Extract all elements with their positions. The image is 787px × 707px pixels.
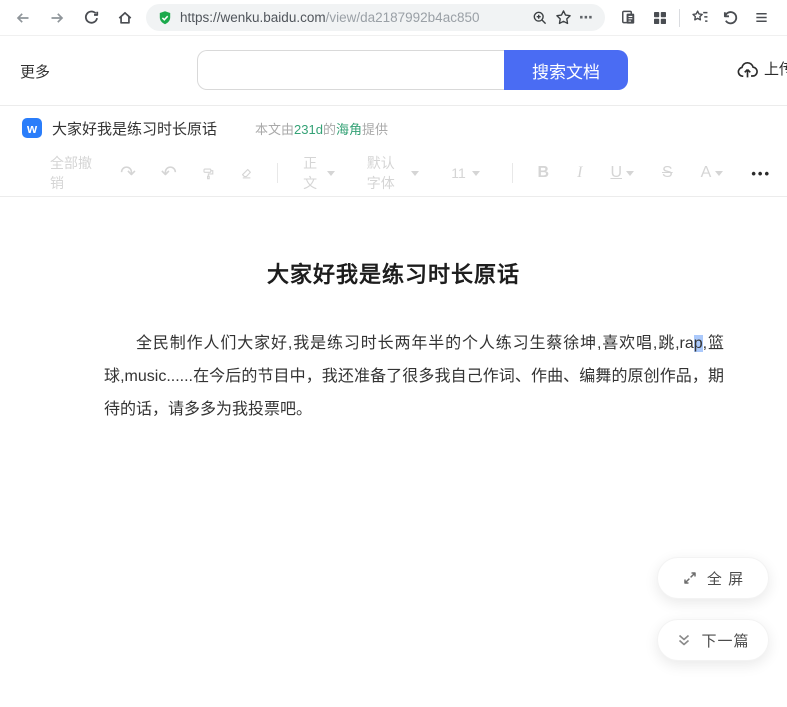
menu-button[interactable] bbox=[746, 4, 777, 32]
provider-user-link[interactable]: 231d bbox=[294, 122, 323, 137]
chevron-down-icon bbox=[472, 171, 480, 176]
refresh-button[interactable] bbox=[74, 4, 108, 32]
next-article-button[interactable]: 下一篇 bbox=[657, 619, 769, 661]
fullscreen-button[interactable]: 全 屏 bbox=[657, 557, 769, 599]
address-bar[interactable]: https://wenku.baidu.com/view/da2187992b4… bbox=[146, 4, 605, 31]
back-arrow-icon bbox=[14, 10, 32, 26]
toolbar-divider bbox=[277, 163, 278, 183]
url-domain: https://wenku.baidu.com bbox=[180, 10, 326, 25]
search-input[interactable] bbox=[197, 50, 504, 90]
chevron-down-icon bbox=[626, 171, 634, 176]
provider-name-link[interactable]: 海角 bbox=[336, 122, 362, 137]
underline-letter: U bbox=[610, 164, 622, 182]
apps-grid-icon bbox=[652, 10, 668, 26]
search-bar: 搜索文档 bbox=[197, 50, 628, 90]
toolbar-more-button[interactable]: ••• bbox=[751, 166, 771, 181]
toolbar-divider bbox=[512, 163, 513, 183]
document-title-label: 大家好我是练习时长原话 bbox=[52, 118, 217, 139]
back-button[interactable] bbox=[6, 4, 40, 32]
upload-button[interactable]: 上传 bbox=[736, 58, 787, 79]
hamburger-menu-icon bbox=[753, 10, 770, 25]
strikethrough-button[interactable]: S bbox=[662, 164, 673, 182]
document-paragraph: 全民制作人们大家好,我是练习时长两年半的个人练习生蔡徐坤,喜欢唱,跳,rap,篮… bbox=[104, 327, 724, 426]
provider-mid: 的 bbox=[323, 122, 336, 137]
provider-suffix: 提供 bbox=[362, 122, 388, 137]
font-size-dropdown[interactable]: 11 bbox=[451, 165, 480, 181]
paragraph-style-dropdown[interactable]: 正文 bbox=[303, 153, 335, 193]
chevron-down-icon bbox=[715, 171, 723, 176]
font-color-button[interactable]: A bbox=[701, 164, 724, 182]
toolbar-separator bbox=[679, 9, 680, 27]
browser-right-controls bbox=[613, 4, 777, 32]
provider-prefix: 本文由 bbox=[255, 122, 294, 137]
security-shield-icon bbox=[157, 10, 173, 26]
selected-text: p bbox=[694, 335, 703, 352]
cloud-upload-icon bbox=[736, 59, 759, 79]
undo-icon[interactable]: ↶ bbox=[161, 164, 177, 183]
document-info-bar: w 大家好我是练习时长原话 本文由231d的海角提供 bbox=[0, 105, 787, 150]
url-text[interactable]: https://wenku.baidu.com/view/da2187992b4… bbox=[180, 10, 479, 25]
undo-arrow-icon bbox=[722, 9, 739, 26]
format-painter-icon[interactable] bbox=[202, 165, 215, 182]
fullscreen-label: 全 屏 bbox=[707, 568, 744, 589]
underline-button[interactable]: U bbox=[610, 164, 634, 182]
refresh-icon bbox=[83, 9, 100, 26]
search-button[interactable]: 搜索文档 bbox=[504, 50, 628, 90]
bold-button[interactable]: B bbox=[538, 164, 550, 182]
home-icon bbox=[116, 9, 134, 26]
document-page: 大家好我是练习时长原话 全民制作人们大家好,我是练习时长两年半的个人练习生蔡徐坤… bbox=[0, 197, 787, 707]
forward-button[interactable] bbox=[40, 4, 74, 32]
browser-toolbar: https://wenku.baidu.com/view/da2187992b4… bbox=[0, 0, 787, 36]
font-family-dropdown[interactable]: 默认字体 bbox=[367, 153, 420, 193]
paragraph-text: 全民制作人们大家好,我是练习时长两年半的个人练习生蔡徐坤,喜欢唱,跳,ra bbox=[136, 335, 694, 352]
url-path: /view/da2187992b4ac850 bbox=[326, 10, 480, 25]
site-header: 更多 搜索文档 上传 bbox=[0, 36, 787, 105]
reading-list-button[interactable] bbox=[613, 4, 644, 32]
wenku-logo-icon: w bbox=[22, 118, 42, 138]
forward-arrow-icon bbox=[48, 10, 66, 26]
font-size-value: 11 bbox=[451, 165, 466, 181]
expand-fullscreen-icon bbox=[682, 570, 698, 586]
url-more-icon[interactable]: ⋯ bbox=[579, 9, 594, 26]
font-family-value: 默认字体 bbox=[367, 153, 406, 193]
chevron-down-icon bbox=[327, 171, 335, 176]
bookmark-star-icon[interactable] bbox=[555, 9, 572, 26]
apps-button[interactable] bbox=[644, 4, 675, 32]
paragraph-style-value: 正文 bbox=[303, 153, 321, 193]
redo-icon[interactable]: ↷ bbox=[120, 164, 136, 183]
font-color-letter: A bbox=[701, 164, 712, 182]
eraser-icon[interactable] bbox=[240, 165, 253, 182]
editor-toolbar: 全部撤销 ↷ ↶ 正文 默认字体 11 B I U S A ••• bbox=[0, 150, 787, 197]
italic-button[interactable]: I bbox=[577, 164, 582, 182]
home-button[interactable] bbox=[108, 4, 142, 32]
chevron-down-icon bbox=[411, 171, 419, 176]
provider-info: 本文由231d的海角提供 bbox=[255, 119, 388, 138]
document-heading: 大家好我是练习时长原话 bbox=[0, 197, 787, 289]
recent-history-button[interactable] bbox=[715, 4, 746, 32]
copy-pages-icon bbox=[620, 9, 637, 26]
zoom-icon[interactable] bbox=[532, 10, 548, 26]
next-article-label: 下一篇 bbox=[701, 630, 749, 651]
double-chevron-down-icon bbox=[676, 632, 692, 648]
upload-label: 上传 bbox=[764, 58, 787, 79]
more-nav-link[interactable]: 更多 bbox=[20, 61, 50, 82]
undo-all-button[interactable]: 全部撤销 bbox=[50, 153, 92, 193]
favorites-list-button[interactable] bbox=[684, 4, 715, 32]
favorites-star-icon bbox=[691, 9, 709, 26]
